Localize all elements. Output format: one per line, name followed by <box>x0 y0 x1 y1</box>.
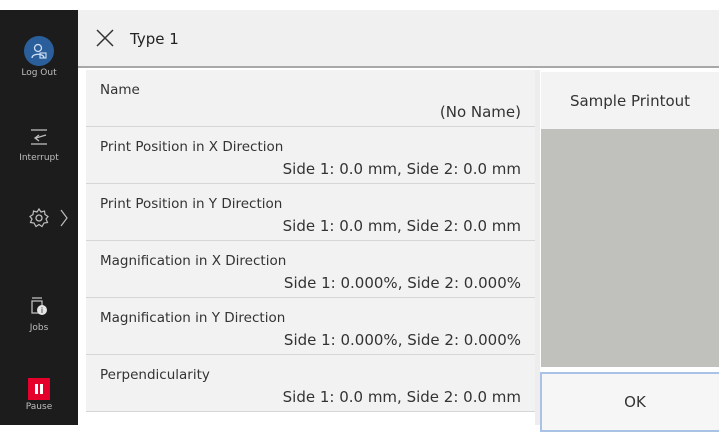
sample-printout-button[interactable]: Sample Printout <box>541 72 719 129</box>
ok-label: OK <box>624 393 646 411</box>
list-item[interactable]: Print Position in X Direction Side 1: 0.… <box>86 127 535 184</box>
pause-label: Pause <box>25 402 53 412</box>
pause-button[interactable]: Pause <box>0 378 78 412</box>
list-item[interactable]: Perpendicularity Side 1: 0.0 mm, Side 2:… <box>86 355 535 412</box>
preview-area <box>541 129 719 367</box>
setting-value: Side 1: 0.000%, Side 2: 0.000% <box>283 274 521 292</box>
interrupt-label: Interrupt <box>19 153 59 163</box>
header-bar: Type 1 <box>78 10 719 68</box>
settings-list: Name (No Name) Print Position in X Direc… <box>86 70 536 425</box>
user-logout-icon <box>24 36 54 66</box>
list-item[interactable]: Name (No Name) <box>86 70 535 127</box>
setting-label: Name <box>100 82 140 98</box>
list-item[interactable]: Magnification in Y Direction Side 1: 0.0… <box>86 298 535 355</box>
setting-label: Perpendicularity <box>100 367 210 383</box>
setting-value: (No Name) <box>439 103 521 121</box>
setting-value: Side 1: 0.0 mm, Side 2: 0.0 mm <box>282 217 521 235</box>
sidebar: Log Out Interrupt i Jobs Pause <box>0 10 78 425</box>
settings-button[interactable] <box>0 207 78 233</box>
list-item[interactable]: Print Position in Y Direction Side 1: 0.… <box>86 184 535 241</box>
jobs-icon: i <box>28 297 50 321</box>
setting-label: Print Position in Y Direction <box>100 196 283 212</box>
jobs-button[interactable]: i Jobs <box>0 295 78 333</box>
setting-value: Side 1: 0.0 mm, Side 2: 0.0 mm <box>282 160 521 178</box>
interrupt-button[interactable]: Interrupt <box>0 127 78 163</box>
jobs-label: Jobs <box>29 323 49 333</box>
setting-value: Side 1: 0.000%, Side 2: 0.000% <box>283 331 521 349</box>
close-icon[interactable] <box>94 27 116 49</box>
list-item[interactable]: Magnification in X Direction Side 1: 0.0… <box>86 241 535 298</box>
logout-button[interactable]: Log Out <box>0 36 78 78</box>
sample-printout-label: Sample Printout <box>569 91 691 110</box>
setting-label: Print Position in X Direction <box>100 139 284 155</box>
page-title: Type 1 <box>130 30 179 48</box>
chevron-right-icon <box>60 209 68 231</box>
svg-text:i: i <box>41 306 43 315</box>
setting-label: Magnification in X Direction <box>100 253 287 269</box>
ok-button[interactable]: OK <box>540 372 719 432</box>
gear-icon <box>28 207 50 233</box>
setting-label: Magnification in Y Direction <box>100 310 286 326</box>
setting-value: Side 1: 0.0 mm, Side 2: 0.0 mm <box>282 388 521 406</box>
logout-label: Log Out <box>21 68 57 78</box>
interrupt-icon <box>27 129 51 151</box>
pause-icon <box>28 378 50 400</box>
